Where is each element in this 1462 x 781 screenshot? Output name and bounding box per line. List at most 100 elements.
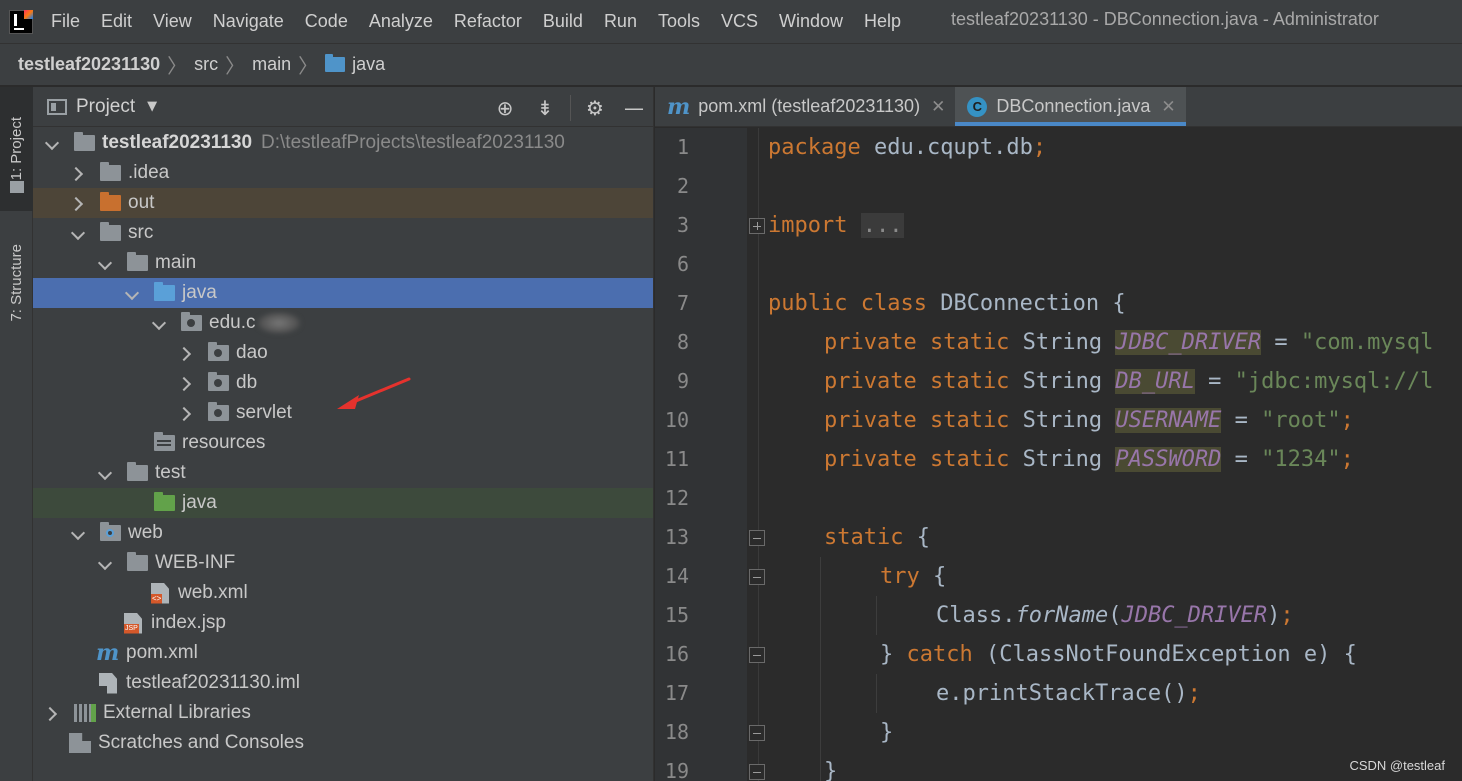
menu-run[interactable]: Run [604,11,637,32]
tree-node-iml[interactable]: testleaf20231130.iml [33,668,653,698]
chevron-right-icon[interactable] [180,377,192,389]
tree-node-scratches[interactable]: Scratches and Consoles [33,728,653,758]
chevron-right-icon[interactable] [180,407,192,419]
breadcrumb-src[interactable]: src [194,54,218,75]
tree-node-label: WEB-INF [155,552,236,573]
fold-collapse-icon[interactable] [749,647,765,663]
locate-target-icon[interactable]: ⊕ [494,97,516,119]
fold-collapse-icon[interactable] [749,569,765,585]
tree-node-idea[interactable]: .idea [33,158,653,188]
line-number: 12 [664,486,689,510]
menu-view[interactable]: View [153,11,192,32]
menu-tools[interactable]: Tools [658,11,700,32]
tree-node-resources[interactable]: resources [33,428,653,458]
blurred-redaction [257,312,302,334]
package-icon [208,402,229,421]
tree-node-out[interactable]: out [33,188,653,218]
excluded-folder-icon [100,192,121,211]
code-line-14: try { [880,564,947,589]
libraries-icon [74,704,96,722]
indent-guide [876,596,877,635]
tree-node-label: web [128,522,163,543]
chevron-right-icon[interactable] [72,197,84,209]
tool-window-strip: 1: Project 7: Structure [0,87,33,781]
chevron-down-icon[interactable] [99,557,111,569]
code-line-18: } [880,720,894,745]
code-line-13: static { [824,525,930,550]
tree-node-label: java [182,282,217,303]
menu-file[interactable]: File [51,11,80,32]
menu-edit[interactable]: Edit [101,11,132,32]
close-icon[interactable]: ✕ [1161,97,1175,117]
chevron-down-icon[interactable] [126,287,138,299]
gear-icon[interactable]: ⚙ [584,97,606,119]
tree-node-web-inf[interactable]: WEB-INF [33,548,653,578]
chevron-right-icon[interactable] [180,347,192,359]
project-panel-title[interactable]: Project [76,96,135,118]
tree-node-external-libraries[interactable]: External Libraries [33,698,653,728]
close-icon[interactable]: ✕ [931,97,945,117]
window-title: testleaf20231130 - DBConnection.java - A… [951,9,1379,29]
fold-collapse-icon[interactable] [749,530,765,546]
project-folder-icon [10,181,24,193]
fold-collapse-icon[interactable] [749,725,765,741]
menu-refactor[interactable]: Refactor [454,11,522,32]
package-icon [208,342,229,361]
code-line-17: e.printStackTrace(); [936,681,1201,706]
tree-node-root[interactable]: testleaf20231130 D:\testleafProjects\tes… [33,128,653,158]
tree-node-pom-xml[interactable]: m pom.xml [33,638,653,668]
breadcrumb-project[interactable]: testleaf20231130 [18,54,160,75]
menu-vcs[interactable]: VCS [721,11,758,32]
chevron-down-icon[interactable] [46,137,58,149]
tree-node-test-java[interactable]: java [33,488,653,518]
tree-node-dao[interactable]: dao [33,338,653,368]
tree-node-web[interactable]: web [33,518,653,548]
tree-node-src[interactable]: src [33,218,653,248]
tree-node-label: .idea [128,162,170,183]
menu-window[interactable]: Window [779,11,843,32]
chevron-down-icon[interactable] [72,227,84,239]
chevron-down-icon[interactable] [99,257,111,269]
line-number: 2 [676,174,689,198]
menu-build[interactable]: Build [543,11,583,32]
collapse-all-icon[interactable]: ⇟ [534,97,556,119]
tree-node-main[interactable]: main [33,248,653,278]
menu-analyze[interactable]: Analyze [369,11,433,32]
fold-expand-icon[interactable] [749,218,765,234]
line-number: 16 [664,642,689,666]
tab-pom-xml[interactable]: m pom.xml (testleaf20231130) ✕ [655,87,955,126]
line-number: 14 [664,564,689,588]
chevron-down-icon[interactable] [72,527,84,539]
chevron-right-icon[interactable] [46,707,58,719]
chevron-down-icon[interactable]: ▼ [147,99,157,114]
folded-imports[interactable]: ... [860,213,905,238]
tree-node-label: testleaf20231130.iml [126,672,300,693]
jsp-file-icon [124,612,142,634]
fold-collapse-icon[interactable] [749,764,765,780]
tree-node-web-xml[interactable]: web.xml [33,578,653,608]
code-editor[interactable]: 1 2 3 6 7 8 9 10 11 12 13 14 15 16 17 18… [655,128,1462,781]
tree-node-index-jsp[interactable]: index.jsp [33,608,653,638]
chevron-down-icon[interactable] [153,317,165,329]
breadcrumb-main[interactable]: main [252,54,291,75]
menu-help[interactable]: Help [864,11,901,32]
chevron-right-icon[interactable] [72,167,84,179]
folder-icon [127,252,148,271]
chevron-down-icon[interactable] [99,467,111,479]
breadcrumb-separator-icon: 〉 [167,56,188,78]
tree-node-java[interactable]: java [33,278,653,308]
breadcrumb-separator-icon: 〉 [225,56,246,78]
tree-node-label: index.jsp [151,612,226,633]
tool-tab-structure[interactable]: 7: Structure [0,221,33,345]
code-line-3: import ... [768,213,905,238]
menu-bar: File Edit View Navigate Code Analyze Ref… [0,0,1462,43]
menu-navigate[interactable]: Navigate [213,11,284,32]
breadcrumb-java[interactable]: java [325,54,385,75]
tab-dbconnection-java[interactable]: C DBConnection.java ✕ [955,87,1187,126]
minimize-icon[interactable]: — [623,97,645,119]
line-number: 17 [664,681,689,705]
tool-tab-project-label: 1: Project [8,117,25,181]
tree-node-test[interactable]: test [33,458,653,488]
tree-node-edu-package[interactable]: edu.c [33,308,653,338]
menu-code[interactable]: Code [305,11,348,32]
